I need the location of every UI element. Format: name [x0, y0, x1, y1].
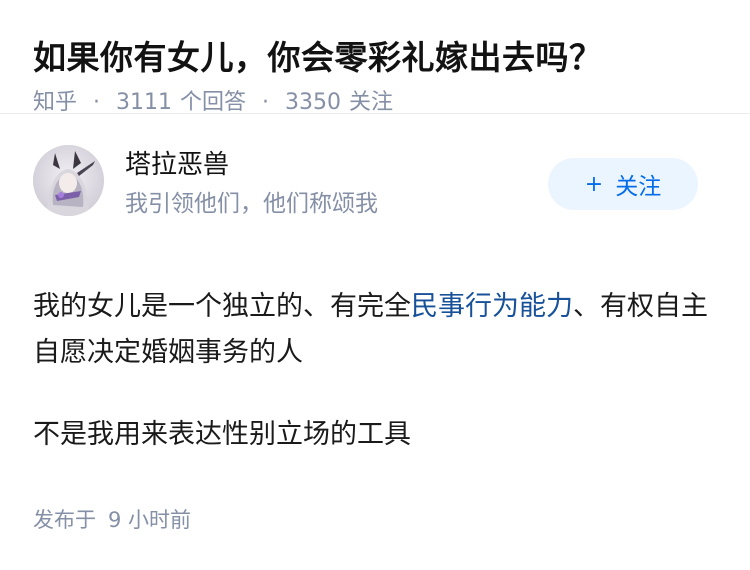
answer-text: 我的女儿是一个独立的、有完全: [33, 291, 411, 322]
follow-button-label: 关注: [615, 174, 662, 200]
author-bio: 我引领他们，他们称颂我: [125, 191, 378, 217]
author-name[interactable]: 塔拉恶兽: [125, 148, 229, 182]
question-header: 如果你有女儿，你会零彩礼嫁出去吗？ 知乎 · 3111 个回答 · 3350 关…: [0, 0, 750, 115]
answer-content: 我的女儿是一个独立的、有完全民事行为能力、有权自主自愿决定婚姻事务的人 不是我用…: [33, 284, 713, 458]
avatar-illustration-icon: [33, 145, 104, 216]
question-title[interactable]: 如果你有女儿，你会零彩礼嫁出去吗？: [33, 36, 717, 80]
author-row: 塔拉恶兽 我引领他们，他们称颂我 + 关注: [0, 114, 750, 226]
follow-button[interactable]: + 关注: [548, 158, 698, 210]
plus-icon: +: [584, 171, 604, 197]
avatar[interactable]: [33, 145, 104, 216]
published-time: 9 小时前: [108, 508, 192, 532]
publish-time: 发布于 9 小时前: [33, 506, 191, 534]
answer-paragraph: 不是我用来表达性别立场的工具: [33, 419, 411, 450]
answer-paragraph: 我的女儿是一个独立的、有完全民事行为能力、有权自主自愿决定婚姻事务的人: [33, 284, 713, 376]
published-label: 发布于: [33, 508, 96, 532]
civil-capacity-link[interactable]: 民事行为能力: [411, 291, 573, 322]
